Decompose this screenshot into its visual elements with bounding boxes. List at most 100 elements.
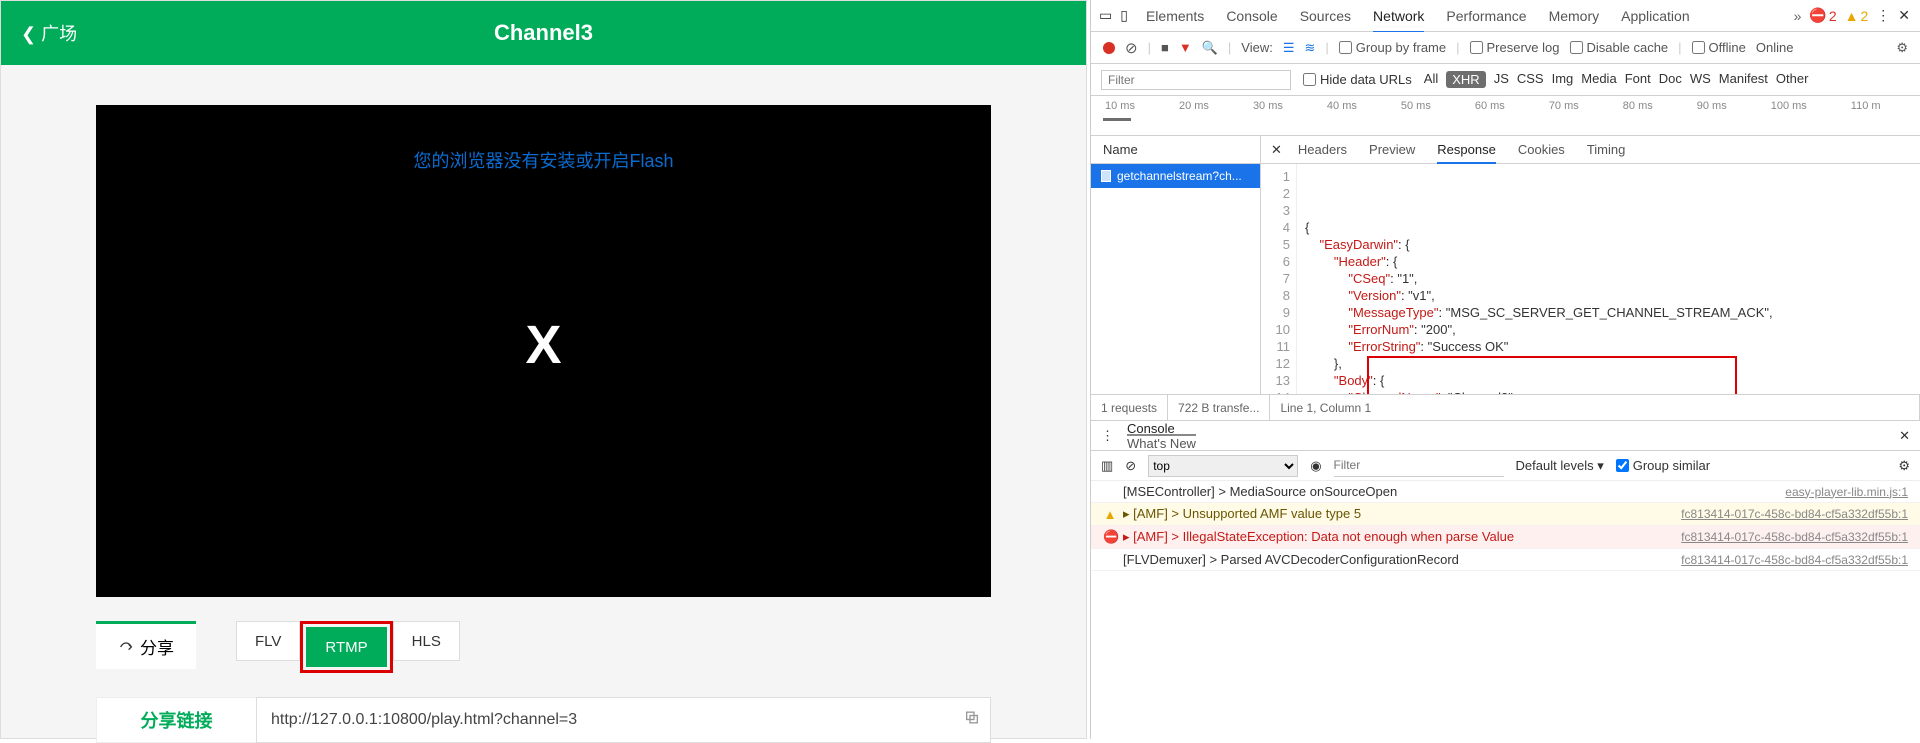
detail-tab-headers[interactable]: Headers bbox=[1298, 136, 1347, 163]
filter-ws[interactable]: WS bbox=[1690, 71, 1711, 88]
stream-app: ❮ 广场 Channel3 您的浏览器没有安装或开启Flash X 分享 FLV… bbox=[0, 0, 1087, 739]
share-link-value: http://127.0.0.1:10800/play.html?channel… bbox=[271, 711, 577, 729]
json-line: "MessageType": "MSG_SC_SERVER_GET_CHANNE… bbox=[1305, 304, 1773, 321]
error-badge[interactable]: ⛔ 2 bbox=[1809, 7, 1836, 24]
console-settings-icon[interactable]: ⚙ bbox=[1898, 458, 1910, 474]
filter-doc[interactable]: Doc bbox=[1659, 71, 1682, 88]
drawer-close-icon[interactable]: ✕ bbox=[1899, 428, 1910, 444]
search-icon[interactable]: 🔍 bbox=[1202, 40, 1218, 56]
copy-icon[interactable] bbox=[964, 710, 980, 731]
name-column-header[interactable]: Name bbox=[1091, 136, 1260, 164]
devtools-tab-sources[interactable]: Sources bbox=[1300, 0, 1351, 32]
detail-tab-cookies[interactable]: Cookies bbox=[1518, 136, 1565, 163]
network-timeline[interactable]: 10 ms20 ms30 ms40 ms50 ms60 ms70 ms80 ms… bbox=[1091, 96, 1920, 136]
json-line: "CSeq": "1", bbox=[1305, 270, 1773, 287]
inspect-icon[interactable]: ▭ bbox=[1099, 7, 1112, 24]
timeline-tick: 80 ms bbox=[1623, 100, 1653, 135]
log-levels-select[interactable]: Default levels ▾ bbox=[1516, 458, 1604, 474]
filter-xhr[interactable]: XHR bbox=[1446, 71, 1485, 88]
document-icon bbox=[1101, 170, 1111, 182]
drawer-tab-what-s-new[interactable]: What's New bbox=[1127, 436, 1196, 451]
request-item[interactable]: getchannelstream?ch... bbox=[1091, 164, 1260, 188]
request-detail-tabs: ✕ Headers Preview Response Cookies Timing bbox=[1261, 136, 1920, 164]
log-row[interactable]: [MSEController] > MediaSource onSourceOp… bbox=[1091, 481, 1920, 503]
timeline-tick: 50 ms bbox=[1401, 100, 1431, 135]
json-line: "ErrorString": "Success OK" bbox=[1305, 338, 1773, 355]
network-status-bar: 1 requests 722 B transfe... Line 1, Colu… bbox=[1091, 395, 1920, 421]
back-button[interactable]: ❮ 广场 bbox=[1, 20, 97, 46]
detail-tab-response[interactable]: Response bbox=[1437, 136, 1496, 163]
timeline-tick: 100 ms bbox=[1771, 100, 1807, 135]
more-tabs-chevrons[interactable]: » bbox=[1794, 8, 1802, 24]
devtools-tab-console[interactable]: Console bbox=[1226, 0, 1277, 32]
view-large-icon[interactable]: ☰ bbox=[1283, 40, 1295, 56]
player-area: 您的浏览器没有安装或开启Flash X bbox=[96, 105, 991, 597]
json-line: "Version": "v1", bbox=[1305, 287, 1773, 304]
drawer-menu-icon[interactable]: ⋮ bbox=[1101, 428, 1114, 444]
cursor-position: Line 1, Column 1 bbox=[1270, 395, 1920, 420]
timeline-tick: 110 m bbox=[1851, 100, 1881, 135]
filter-all[interactable]: All bbox=[1424, 71, 1438, 88]
log-row[interactable]: ▲▸ [AMF] > Unsupported AMF value type 5f… bbox=[1091, 503, 1920, 526]
flash-message: 您的浏览器没有安装或开启Flash bbox=[413, 147, 673, 173]
network-filter-input[interactable] bbox=[1101, 70, 1291, 90]
live-expression-icon[interactable]: ◉ bbox=[1310, 458, 1321, 474]
warning-badge[interactable]: ▲ 2 bbox=[1845, 8, 1869, 24]
offline-checkbox[interactable]: Offline bbox=[1692, 40, 1746, 55]
devtools-close-icon[interactable]: ✕ bbox=[1898, 7, 1910, 24]
share-icon bbox=[118, 639, 134, 655]
console-log[interactable]: [MSEController] > MediaSource onSourceOp… bbox=[1091, 481, 1920, 739]
context-select[interactable]: top bbox=[1148, 455, 1298, 477]
timeline-tick: 20 ms bbox=[1179, 100, 1209, 135]
tab-rtmp[interactable]: RTMP bbox=[306, 627, 386, 667]
detail-tab-timing[interactable]: Timing bbox=[1587, 136, 1626, 163]
console-filter-input[interactable] bbox=[1334, 455, 1504, 477]
app-header: ❮ 广场 Channel3 bbox=[1, 1, 1086, 65]
filter-manifest[interactable]: Manifest bbox=[1719, 71, 1768, 88]
drawer-tab-console[interactable]: Console bbox=[1127, 421, 1196, 436]
hide-data-urls-checkbox[interactable]: Hide data URLs bbox=[1303, 72, 1412, 87]
console-sidebar-icon[interactable]: ▥ bbox=[1101, 458, 1113, 474]
preserve-log-checkbox[interactable]: Preserve log bbox=[1470, 40, 1560, 55]
devtools-tab-elements[interactable]: Elements bbox=[1146, 0, 1204, 32]
devtools-tab-application[interactable]: Application bbox=[1621, 0, 1690, 32]
console-clear-icon[interactable]: ⊘ bbox=[1125, 458, 1136, 474]
filter-other[interactable]: Other bbox=[1776, 71, 1809, 88]
detail-close-icon[interactable]: ✕ bbox=[1271, 142, 1282, 158]
group-similar-checkbox[interactable]: Group similar bbox=[1616, 458, 1710, 473]
player-fallback-x: X bbox=[525, 314, 561, 376]
devtools-tab-network[interactable]: Network bbox=[1373, 0, 1424, 32]
tab-hls[interactable]: HLS bbox=[393, 621, 460, 661]
timeline-tick: 90 ms bbox=[1697, 100, 1727, 135]
share-panel-tab[interactable]: 分享 bbox=[96, 621, 196, 669]
filter-img[interactable]: Img bbox=[1552, 71, 1574, 88]
devtools-tab-performance[interactable]: Performance bbox=[1446, 0, 1526, 32]
share-link-input[interactable]: http://127.0.0.1:10800/play.html?channel… bbox=[256, 697, 991, 743]
log-row[interactable]: [FLVDemuxer] > Parsed AVCDecoderConfigur… bbox=[1091, 549, 1920, 571]
filter-funnel-icon[interactable]: ▼ bbox=[1179, 40, 1192, 55]
camera-icon[interactable]: ■ bbox=[1161, 40, 1169, 55]
group-by-frame-checkbox[interactable]: Group by frame bbox=[1339, 40, 1446, 55]
net-settings-icon[interactable]: ⚙ bbox=[1896, 40, 1908, 56]
video-player[interactable]: 您的浏览器没有安装或开启Flash X bbox=[96, 105, 991, 597]
detail-tab-preview[interactable]: Preview bbox=[1369, 136, 1415, 163]
console-toolbar: ▥ ⊘ top ◉ Default levels ▾ Group similar… bbox=[1091, 451, 1920, 481]
device-icon[interactable]: ▯ bbox=[1120, 7, 1128, 24]
tab-flv[interactable]: FLV bbox=[236, 621, 300, 661]
filter-js[interactable]: JS bbox=[1494, 71, 1509, 88]
request-type-filters: All XHR JS CSS Img Media Font Doc WS Manifest Othe… bbox=[1424, 71, 1809, 88]
timeline-tick: 10 ms bbox=[1105, 100, 1135, 135]
log-row[interactable]: ⛔▸ [AMF] > IllegalStateException: Data n… bbox=[1091, 526, 1920, 549]
disable-cache-checkbox[interactable]: Disable cache bbox=[1570, 40, 1669, 55]
filter-media[interactable]: Media bbox=[1581, 71, 1616, 88]
view-waterfall-icon[interactable]: ≋ bbox=[1305, 40, 1316, 56]
throttle-select[interactable]: Online bbox=[1756, 40, 1794, 55]
filter-css[interactable]: CSS bbox=[1517, 71, 1544, 88]
filter-font[interactable]: Font bbox=[1625, 71, 1651, 88]
settings-icon[interactable]: ⋮ bbox=[1876, 7, 1890, 24]
record-icon[interactable] bbox=[1103, 42, 1115, 54]
response-json[interactable]: 12345678910111213141516 { "EasyDarwin": … bbox=[1261, 164, 1920, 394]
devtools-tab-memory[interactable]: Memory bbox=[1549, 0, 1600, 32]
clear-icon[interactable]: ⊘ bbox=[1125, 39, 1138, 57]
request-name: getchannelstream?ch... bbox=[1117, 169, 1242, 183]
